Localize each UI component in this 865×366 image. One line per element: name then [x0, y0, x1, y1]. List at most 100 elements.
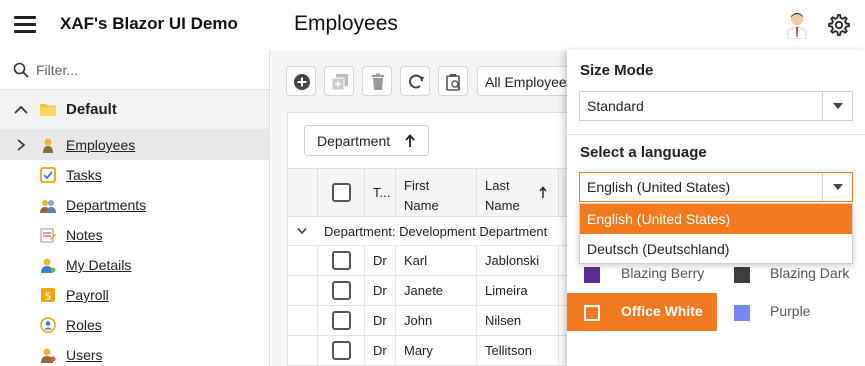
sidebar-item-label: Tasks [66, 167, 102, 183]
cell-title: Dr [373, 253, 387, 268]
user-avatar-icon[interactable] [785, 11, 809, 40]
sidebar-item-my-details[interactable]: My Details [0, 250, 269, 280]
chevron-right-icon [17, 139, 26, 151]
theme-swatch [734, 267, 750, 283]
chevron-up-icon [14, 105, 28, 114]
language-option-deutsch[interactable]: Deutsch (Deutschland) [580, 234, 852, 264]
trash-icon [372, 73, 384, 90]
language-value: English (United States) [587, 179, 731, 195]
group-by-chip[interactable]: Department [304, 125, 429, 156]
row-checkbox[interactable] [332, 311, 351, 330]
settings-panel: Size Mode Standard Select a language Eng… [567, 50, 865, 366]
theme-name: Purple [770, 303, 811, 319]
refresh-button[interactable] [400, 66, 430, 96]
new-button[interactable] [286, 66, 316, 96]
hamburger-menu-icon[interactable] [14, 16, 36, 34]
roles-icon [40, 317, 56, 333]
column-header-last-name[interactable]: Last Name [477, 169, 559, 217]
dropdown-button[interactable] [822, 173, 852, 201]
departments-icon [40, 200, 56, 213]
theme-name: Blazing Berry [621, 265, 705, 281]
sidebar-item-label: Notes [66, 227, 103, 243]
filter-input[interactable] [36, 59, 256, 81]
sidebar-item-tasks[interactable]: Tasks [0, 160, 269, 190]
gear-icon[interactable] [827, 13, 851, 37]
sidebar-item-label: My Details [66, 257, 132, 273]
column-header-title[interactable]: T... [365, 169, 396, 217]
row-checkbox[interactable] [332, 281, 351, 300]
sidebar-item-payroll[interactable]: $ Payroll [0, 280, 269, 310]
filter-bar [0, 50, 269, 90]
folder-icon [40, 104, 56, 116]
sidebar-item-roles[interactable]: Roles [0, 310, 269, 340]
sidebar-item-employees[interactable]: Employees [0, 130, 269, 160]
sort-ascending-icon [539, 186, 547, 198]
cell-last-name: Limeira [485, 283, 528, 298]
payroll-icon: $ [41, 288, 55, 303]
caret-down-icon [833, 103, 843, 109]
my-details-icon [41, 258, 56, 273]
refresh-icon [409, 74, 424, 89]
theme-swatch [734, 305, 750, 321]
page-title: Employees [294, 12, 398, 35]
select-all-checkbox[interactable] [332, 183, 351, 202]
cell-title: Dr [373, 313, 387, 328]
svg-text:$: $ [45, 290, 52, 303]
nav-group-default[interactable]: Default [0, 90, 269, 130]
language-dropdown-list: English (United States) Deutsch (Deutsch… [579, 203, 853, 264]
theme-purple[interactable]: Purple [717, 293, 865, 331]
cell-title: Dr [373, 343, 387, 358]
sidebar-item-label: Roles [66, 317, 102, 333]
app-title: XAF's Blazor UI Demo [60, 14, 238, 33]
sort-ascending-icon [405, 134, 415, 147]
clipboard-search-icon [446, 74, 461, 91]
notes-icon [40, 228, 56, 243]
clone-icon [331, 74, 348, 91]
cell-first-name: Janete [404, 283, 444, 298]
employee-icon [43, 138, 53, 153]
cell-title: Dr [373, 283, 387, 298]
size-mode-value: Standard [587, 98, 644, 114]
cell-last-name: Nilsen [485, 313, 522, 328]
expand-column-header [288, 169, 318, 217]
theme-swatch [584, 305, 600, 321]
sidebar-item-label: Departments [66, 197, 147, 213]
divider [567, 134, 865, 135]
group-by-label: Department [317, 133, 391, 149]
cell-last-name: Tellitson [485, 343, 532, 358]
chevron-down-icon [297, 228, 307, 235]
row-checkbox[interactable] [332, 251, 351, 270]
theme-name: Office White [621, 303, 703, 319]
language-option-english[interactable]: English (United States) [580, 204, 852, 234]
dropdown-button[interactable] [822, 92, 852, 120]
plus-circle-icon [294, 74, 310, 90]
theme-office-white[interactable]: Office White [567, 293, 717, 331]
group-row-label: Department: Development Department [324, 224, 548, 239]
select-all-column-header [318, 169, 365, 217]
sidebar-item-label: Users [66, 347, 103, 363]
column-header-first-name[interactable]: First Name [396, 169, 477, 217]
delete-button[interactable] [362, 66, 392, 96]
sidebar-item-departments[interactable]: Departments [0, 190, 269, 220]
row-checkbox[interactable] [332, 341, 351, 360]
size-mode-select[interactable]: Standard [579, 91, 853, 121]
language-select[interactable]: English (United States) [579, 172, 853, 202]
size-mode-label: Size Mode [580, 62, 654, 79]
cell-first-name: John [404, 313, 433, 328]
sidebar-item-notes[interactable]: Notes [0, 220, 269, 250]
sidebar-item-label: Employees [66, 137, 136, 153]
clone-button[interactable] [324, 66, 354, 96]
caret-down-icon [833, 184, 843, 190]
language-label: Select a language [580, 144, 707, 161]
sidebar-item-users[interactable]: Users [0, 340, 269, 366]
theme-name: Blazing Dark [770, 265, 850, 281]
show-in-report-button[interactable] [438, 66, 468, 96]
navigation-sidebar: Default Employees Tasks Departments Note… [0, 50, 270, 366]
cell-first-name: Mary [404, 343, 433, 358]
cell-last-name: Jablonski [485, 253, 540, 268]
search-icon [13, 62, 29, 78]
nav-group-label: Default [66, 101, 117, 118]
tasks-icon [40, 167, 56, 183]
sidebar-item-label: Payroll [66, 287, 109, 303]
app-header: XAF's Blazor UI Demo Employees [0, 0, 865, 50]
